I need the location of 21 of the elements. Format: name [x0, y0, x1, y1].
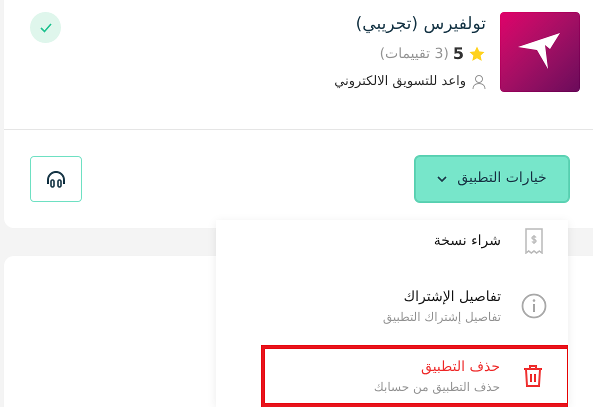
menu-item[interactable]: حذف التطبيق حذف التطبيق من حسابك	[261, 345, 568, 407]
user-icon	[472, 74, 486, 90]
star-icon	[468, 45, 486, 63]
rating-value: 5	[452, 43, 464, 65]
headphones-icon	[45, 168, 67, 188]
menu-item[interactable]: شراء نسخة	[216, 220, 568, 262]
chevron-down-icon	[437, 176, 448, 182]
trash-icon	[523, 364, 543, 388]
info-icon	[521, 293, 547, 319]
menu-item[interactable]: تفاصيل الإشتراك تفاصيل إشتراك التطبيق	[216, 280, 568, 332]
support-button[interactable]	[30, 156, 82, 202]
receipt-icon	[525, 228, 543, 254]
rating-count: (3 تقييمات)	[380, 44, 449, 64]
vendor-name: واعد للتسويق الالكتروني	[334, 73, 466, 91]
app-options-button[interactable]: خيارات التطبيق	[416, 156, 568, 200]
app-title: تولفيرس (تجريبي)	[354, 13, 486, 36]
menu-item-title: تفاصيل الإشتراك	[402, 288, 501, 307]
menu-item-subtitle: تفاصيل إشتراك التطبيق	[382, 309, 501, 325]
menu-item-title: شراء نسخة	[434, 232, 501, 251]
menu-item-title: حذف التطبيق	[420, 358, 500, 377]
menu-item-subtitle: حذف التطبيق من حسابك	[374, 379, 500, 395]
